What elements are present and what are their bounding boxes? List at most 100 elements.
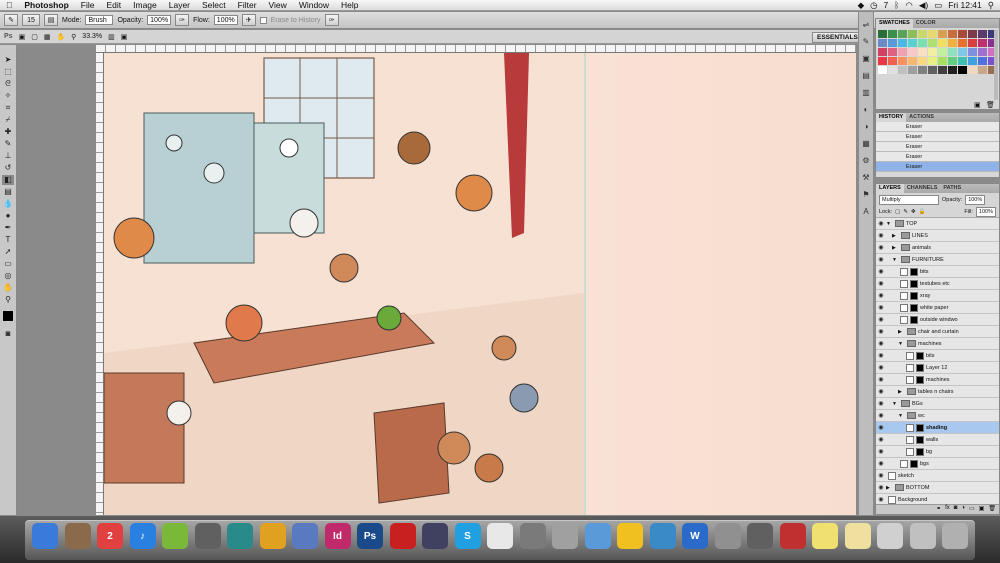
- menu-select[interactable]: Select: [196, 0, 232, 11]
- delete-layer-icon[interactable]: 🗑: [988, 505, 996, 514]
- dock-icon-itunes[interactable]: ♪: [129, 523, 156, 549]
- tab-swatches[interactable]: SWATCHES: [876, 19, 913, 28]
- history-item[interactable]: Eraser: [876, 122, 999, 132]
- color-swatch[interactable]: [958, 39, 967, 47]
- color-swatch[interactable]: [928, 30, 937, 38]
- color-swatch[interactable]: [878, 30, 887, 38]
- menu-help[interactable]: Help: [335, 0, 364, 11]
- dock-icon-skype[interactable]: S: [454, 523, 481, 549]
- menu-app-name[interactable]: Photoshop: [18, 0, 74, 11]
- path-selection-tool-icon[interactable]: ➚: [2, 247, 14, 257]
- color-swatch[interactable]: [898, 66, 907, 74]
- volume-icon[interactable]: ◀): [919, 0, 928, 11]
- erase-history-checkbox[interactable]: [259, 16, 267, 24]
- visibility-eye-icon[interactable]: ◉: [876, 352, 886, 359]
- layer-row[interactable]: ◉ white paper: [876, 302, 999, 314]
- visibility-eye-icon[interactable]: ◉: [876, 436, 886, 443]
- tab-paths[interactable]: PATHS: [940, 184, 964, 193]
- layer-row[interactable]: ◉ ▼ wc: [876, 410, 999, 422]
- layer-row[interactable]: ◉ bits: [876, 350, 999, 362]
- add-mask-icon[interactable]: ◙: [954, 505, 958, 514]
- history-item[interactable]: Eraser: [876, 132, 999, 142]
- color-swatch[interactable]: [958, 48, 967, 56]
- dock-icon-wacom[interactable]: [649, 523, 676, 549]
- layer-mask-thumbnail[interactable]: [910, 303, 918, 312]
- pen-tool-icon[interactable]: ✒: [2, 223, 14, 233]
- layer-row[interactable]: ◉ bg: [876, 446, 999, 458]
- shape-tool-icon[interactable]: ▭: [2, 259, 14, 269]
- dock-icon-file-stack[interactable]: [584, 523, 611, 549]
- layer-mask-thumbnail[interactable]: [910, 315, 918, 324]
- eraser-tool-icon[interactable]: ◧: [2, 175, 14, 185]
- screen-mode-icon[interactable]: ▣: [121, 33, 128, 41]
- zoom-tool-icon[interactable]: ⚲: [71, 33, 76, 41]
- paragraph-panel-icon[interactable]: ⚒: [862, 173, 869, 182]
- dock-icon-iphoto[interactable]: [292, 523, 318, 549]
- visibility-eye-icon[interactable]: ◉: [876, 280, 886, 287]
- color-swatch[interactable]: [968, 57, 977, 65]
- zoom-level[interactable]: 33.3%: [82, 33, 102, 40]
- color-swatch[interactable]: [958, 57, 967, 65]
- dock-icon-finder[interactable]: [32, 523, 58, 549]
- layer-row[interactable]: ◉ ▶ tables n chairs: [876, 386, 999, 398]
- gradient-tool-icon[interactable]: ▤: [2, 187, 14, 197]
- color-swatch[interactable]: [928, 39, 937, 47]
- color-swatch[interactable]: [938, 66, 947, 74]
- arrange-documents-icon[interactable]: ▥: [108, 33, 115, 41]
- expand-arrow-icon[interactable]: ▶: [892, 233, 899, 239]
- color-swatch[interactable]: [928, 48, 937, 56]
- airbrush-button[interactable]: ✈: [241, 14, 256, 26]
- visibility-eye-icon[interactable]: ◉: [876, 376, 886, 383]
- collapse-arrow-icon[interactable]: ▼: [886, 221, 893, 227]
- color-swatch[interactable]: [878, 66, 887, 74]
- layer-row[interactable]: ◉ xray: [876, 290, 999, 302]
- delete-swatch-icon[interactable]: 🗑: [986, 101, 995, 109]
- color-swatch[interactable]: [908, 30, 917, 38]
- info-panel-icon[interactable]: ▤: [862, 71, 870, 80]
- visibility-eye-icon[interactable]: ◉: [876, 256, 886, 263]
- color-swatch[interactable]: [948, 57, 957, 65]
- color-swatch[interactable]: [918, 66, 927, 74]
- visibility-eye-icon[interactable]: ◉: [876, 424, 886, 431]
- mode-select[interactable]: Brush: [85, 15, 114, 25]
- pressure-opacity-button[interactable]: ✑: [175, 14, 190, 26]
- dock-icon-text-document[interactable]: [487, 523, 513, 549]
- color-swatch[interactable]: [958, 30, 967, 38]
- color-swatch[interactable]: [878, 57, 887, 65]
- layer-mask-thumbnail[interactable]: [916, 351, 924, 360]
- dock-icon-image-capture[interactable]: [194, 523, 221, 549]
- brush-presets-panel-icon[interactable]: ✎: [863, 37, 870, 46]
- styles-panel-icon[interactable]: ⚑: [862, 190, 869, 199]
- layer-row[interactable]: ◉ outside windwo: [876, 314, 999, 326]
- tab-actions[interactable]: ACTIONS: [906, 113, 937, 122]
- visibility-eye-icon[interactable]: ◉: [876, 448, 886, 455]
- color-swatch[interactable]: [918, 30, 927, 38]
- color-swatch[interactable]: [888, 30, 897, 38]
- menu-filter[interactable]: Filter: [232, 0, 263, 11]
- collapse-arrow-icon[interactable]: ▼: [892, 401, 899, 407]
- clone-source-panel-icon[interactable]: ▣: [862, 54, 870, 63]
- magic-wand-tool-icon[interactable]: ✧: [2, 91, 14, 101]
- collapse-arrow-icon[interactable]: ▼: [898, 341, 905, 347]
- color-swatch[interactable]: [928, 66, 937, 74]
- color-swatch[interactable]: [978, 30, 987, 38]
- menu-view[interactable]: View: [263, 0, 293, 11]
- dock-icon-preview[interactable]: [64, 523, 91, 549]
- expand-arrow-icon[interactable]: ▶: [898, 329, 905, 335]
- layer-row[interactable]: ◉ Layer 12: [876, 362, 999, 374]
- document-canvas[interactable]: [104, 53, 856, 515]
- visibility-eye-icon[interactable]: ◉: [876, 340, 886, 347]
- visibility-eye-icon[interactable]: ◉: [876, 292, 886, 299]
- visibility-eye-icon[interactable]: ◉: [876, 484, 886, 491]
- tab-layers[interactable]: LAYERS: [876, 184, 904, 193]
- layer-mask-thumbnail[interactable]: [916, 423, 924, 432]
- dock-icon-trash[interactable]: [942, 523, 968, 549]
- battery-icon[interactable]: ▭: [934, 0, 942, 11]
- menu-file[interactable]: File: [75, 0, 101, 11]
- layer-opacity-field[interactable]: 100%: [965, 194, 986, 205]
- color-swatch[interactable]: [898, 57, 907, 65]
- foreground-color-swatch[interactable]: [3, 311, 13, 321]
- brush-size-picker[interactable]: 15: [22, 14, 40, 26]
- menu-window[interactable]: Window: [293, 0, 335, 11]
- tab-history[interactable]: HISTORY: [876, 113, 907, 122]
